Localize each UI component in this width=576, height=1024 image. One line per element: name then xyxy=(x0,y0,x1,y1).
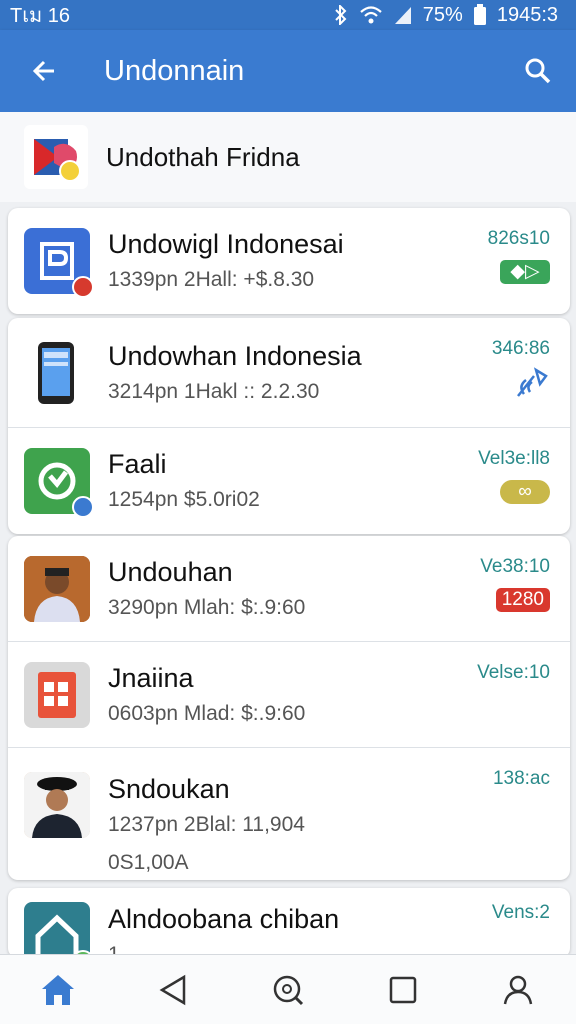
nav-profile-button[interactable] xyxy=(488,960,548,1020)
status-time: Tเม 16 xyxy=(10,5,71,27)
item-meta: 138:ac xyxy=(492,768,550,789)
status-bar: Tเม 16 75% 1945:3 xyxy=(0,0,576,30)
featured-row[interactable]: Undothah Fridna xyxy=(0,112,576,202)
profile-icon xyxy=(504,975,533,1004)
item-meta: Velse:10 xyxy=(477,662,550,683)
item-meta: Vens:2 xyxy=(491,902,550,923)
home-icon xyxy=(41,974,74,1005)
status-clock: 1945:3 xyxy=(496,3,558,26)
avatar xyxy=(24,555,90,622)
sync-icon xyxy=(24,448,94,518)
nav-home-button[interactable] xyxy=(28,960,88,1020)
link-badge-icon: ∞ xyxy=(500,480,550,504)
list-item[interactable]: Alndoobana chiban 1 Vens:2 xyxy=(8,888,570,958)
back-button[interactable] xyxy=(14,41,74,101)
signal-icon xyxy=(393,5,413,25)
search-button[interactable] xyxy=(508,41,568,101)
page-title: Undonnain xyxy=(104,54,245,87)
item-meta: Vel3e:ll8 xyxy=(478,448,550,469)
battery-icon xyxy=(473,4,487,26)
play-badge-icon: ◆▷ xyxy=(500,260,550,284)
bluetooth-icon xyxy=(333,5,349,25)
back-icon xyxy=(159,974,186,1005)
avatar xyxy=(24,772,90,838)
item-meta: Ve38:10 xyxy=(480,556,550,577)
list-card: Alndoobana chiban 1 Vens:2 xyxy=(8,888,570,958)
item-meta: 346:86 xyxy=(491,338,550,359)
app-grid-icon xyxy=(24,661,90,728)
phone-icon xyxy=(24,340,90,406)
list-item[interactable]: Undowigl Indonesai 1339pn 2Hall: +$.8.30… xyxy=(8,208,570,314)
list-card: Undouhan 3290pn Mlah: $:.9:60 Ve38:10 12… xyxy=(8,536,570,880)
home-shield-icon xyxy=(24,902,94,958)
bottom-navigation xyxy=(0,954,576,1024)
search-icon xyxy=(273,975,304,1005)
battery-percent: 75% xyxy=(422,3,463,26)
item-subtitle: 1237pn 2Blal: 11,904 xyxy=(108,813,305,836)
search-icon xyxy=(525,58,551,84)
list-item[interactable]: Faali 1254pn $5.0ri02 Vel3e:ll8 ∞ xyxy=(8,428,570,534)
app-bar: Undonnain xyxy=(0,30,576,112)
list-item[interactable]: Undowhan Indonesia 3214pn 1Hakl :: 2.2.3… xyxy=(8,318,570,428)
nav-recents-button[interactable] xyxy=(373,960,433,1020)
status-icons: 75% 1945:3 xyxy=(333,4,558,27)
featured-title: Undothah Fridna xyxy=(106,141,300,172)
arrow-left-icon xyxy=(32,60,54,82)
document-icon xyxy=(24,228,94,298)
count-badge: 1280 xyxy=(495,588,550,612)
item-meta: 826s10 xyxy=(487,228,550,249)
nav-search-button[interactable] xyxy=(258,960,318,1020)
satellite-icon xyxy=(492,366,550,405)
flag-logo-icon xyxy=(24,125,88,189)
edit-badge-icon xyxy=(72,496,94,518)
list-item[interactable]: Jnaiina 0603pn Mlad: $:.9:60 Velse:10 xyxy=(8,642,570,748)
list-card: Undowhan Indonesia 3214pn 1Hakl :: 2.2.3… xyxy=(8,318,570,534)
list-item[interactable]: Undouhan 3290pn Mlah: $:.9:60 Ve38:10 12… xyxy=(8,536,570,642)
wifi-icon xyxy=(359,5,383,25)
list-card: Undowigl Indonesai 1339pn 2Hall: +$.8.30… xyxy=(8,208,570,314)
nav-back-button[interactable] xyxy=(143,960,203,1020)
recents-icon xyxy=(389,976,417,1003)
list-item[interactable]: Sndoukan 1237pn 2Blal: 11,904 0S1,00A 13… xyxy=(8,748,570,880)
alert-badge-icon xyxy=(72,276,94,298)
item-subtitle: 0603pn Mlad: $:.9:60 xyxy=(108,701,306,725)
item-subtitle-secondary: 0S1,00A xyxy=(108,851,189,874)
